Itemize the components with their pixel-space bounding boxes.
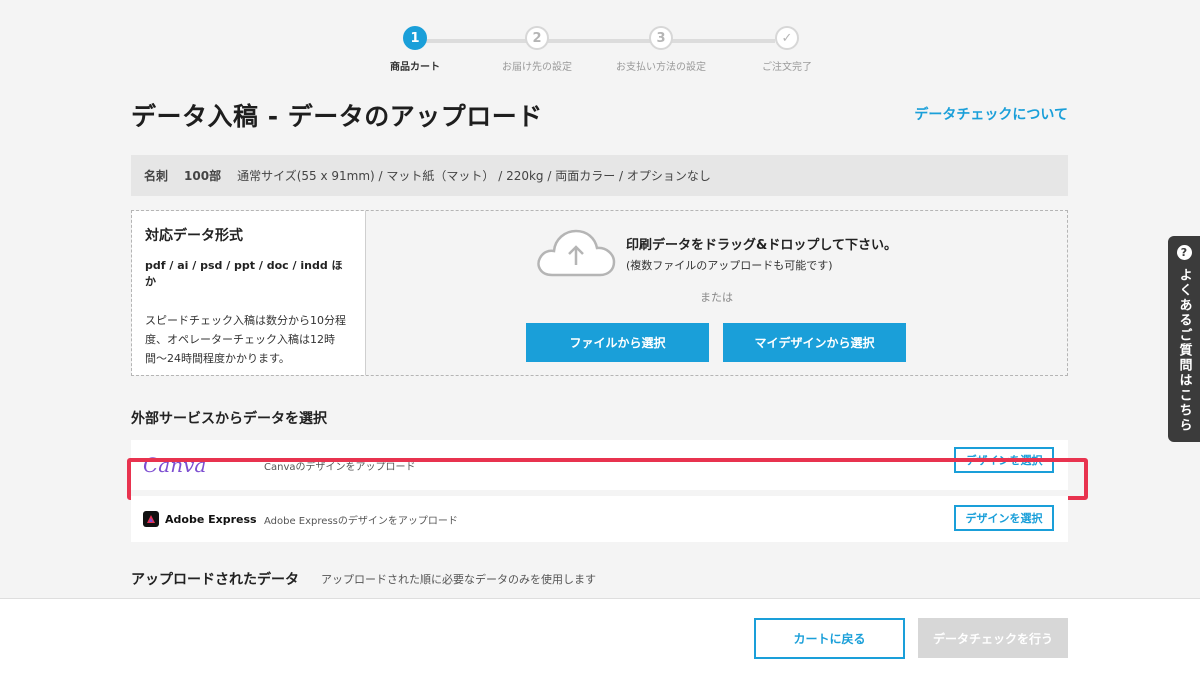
step-number: 3 [649, 26, 673, 50]
adobe-express-logo: Adobe Express [143, 496, 257, 542]
select-my-design-button[interactable]: マイデザインから選択 [723, 323, 906, 362]
data-check-info-link[interactable]: データチェックについて [914, 104, 1068, 124]
product-spec: 通常サイズ(55 x 91mm) / マット紙（マット） / 220kg / 両… [237, 169, 711, 183]
step-complete: ✓ ご注文完了 [737, 26, 837, 73]
step-delivery: 2 お届け先の設定 [487, 26, 587, 73]
checkmark-icon: ✓ [775, 26, 799, 50]
drop-instruction: 印刷データをドラッグ&ドロップして下さい。 [626, 238, 897, 253]
adobe-express-icon [143, 511, 159, 527]
step-label: ご注文完了 [762, 62, 812, 73]
service-row-adobe-express: Adobe Express Adobe Expressのデザインをアップロード … [131, 496, 1068, 542]
page-title: データ入稿 - データのアップロード [131, 102, 543, 131]
canva-highlight-box [127, 458, 1088, 500]
drop-zone[interactable]: 印刷データをドラッグ&ドロップして下さい。 (複数ファイルのアップロードも可能で… [366, 211, 1067, 375]
supported-formats-panel: 対応データ形式 pdf / ai / psd / ppt / doc / ind… [132, 211, 366, 375]
uploaded-data-note: アップロードされた順に必要なデータのみを使用します [321, 573, 596, 586]
drop-subtext: (複数ファイルのアップロードも可能です) [626, 259, 833, 272]
product-name: 名刺 [144, 169, 169, 183]
faq-label: よくあるご質問はこちら [1176, 268, 1192, 433]
service-description: Adobe Expressのデザインをアップロード [264, 515, 458, 527]
back-to-cart-button[interactable]: カートに戻る [754, 618, 905, 659]
step-payment: 3 お支払い方法の設定 [611, 26, 711, 73]
faq-side-tab[interactable]: ? よくあるご質問はこちら [1168, 236, 1200, 442]
cloud-upload-icon [537, 229, 616, 277]
step-label: お届け先の設定 [502, 62, 572, 73]
step-label: 商品カート [390, 62, 440, 73]
checkout-stepper: 1 商品カート 2 お届け先の設定 3 お支払い方法の設定 ✓ ご注文完了 [375, 26, 825, 76]
question-icon: ? [1176, 245, 1192, 260]
select-file-button[interactable]: ファイルから選択 [526, 323, 709, 362]
uploaded-data-title: アップロードされたデータ [131, 572, 299, 588]
run-data-check-button[interactable]: データチェックを行う [918, 618, 1068, 658]
formats-list: pdf / ai / psd / ppt / doc / indd ほか [145, 259, 343, 288]
step-cart: 1 商品カート [365, 26, 465, 73]
step-number: 1 [403, 26, 427, 50]
product-quantity: 100部 [184, 169, 222, 183]
external-services-title: 外部サービスからデータを選択 [131, 411, 327, 427]
formats-description: スピードチェック入稿は数分から10分程度、オペレーターチェック入稿は12時間〜2… [145, 314, 346, 365]
order-summary: 名刺 100部 通常サイズ(55 x 91mm) / マット紙（マット） / 2… [131, 155, 1068, 196]
formats-title: 対応データ形式 [145, 228, 243, 244]
adobe-express-select-design-button[interactable]: デザインを選択 [954, 505, 1054, 531]
upload-area: 対応データ形式 pdf / ai / psd / ppt / doc / ind… [131, 210, 1068, 376]
adobe-express-logo-text: Adobe Express [165, 512, 257, 526]
footer-bar: カートに戻る データチェックを行う [0, 598, 1200, 679]
or-separator: または [700, 291, 733, 304]
step-number: 2 [525, 26, 549, 50]
step-label: お支払い方法の設定 [616, 62, 706, 73]
